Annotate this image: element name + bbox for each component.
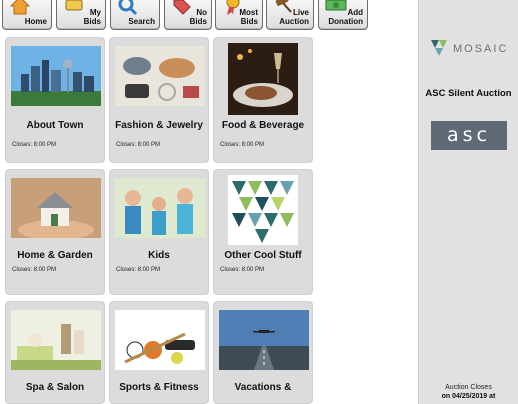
auction-closes-date: on 04/25/2019 at	[441, 393, 496, 400]
asc-logo: asc	[431, 121, 507, 150]
category-card-sports-fitness[interactable]: Sports & Fitness	[109, 301, 209, 404]
category-title: Food & Beverage	[221, 120, 305, 131]
category-card-kids[interactable]: Kids Closes: 8:00 PM	[109, 169, 209, 295]
search-icon	[118, 0, 138, 16]
category-card-food-beverage[interactable]: Food & Beverage Closes: 8:00 PM	[213, 37, 313, 163]
category-card-home-garden[interactable]: Home & Garden Closes: 8:00 PM	[5, 169, 105, 295]
top-toolbar: Home My Bids Search No Bids Most Bids Li…	[0, 0, 420, 32]
home-icon	[9, 0, 31, 15]
mosaic-logo: MOSAIC	[431, 40, 508, 56]
kids-image	[115, 178, 205, 238]
fashion-items-image	[115, 46, 205, 106]
home-button[interactable]: Home	[2, 0, 52, 30]
no-bids-button[interactable]: No Bids	[164, 0, 212, 30]
most-bids-label: Most Bids	[239, 8, 258, 26]
food-plate-image	[228, 43, 298, 115]
live-auction-label: Live Auction	[279, 8, 309, 26]
category-title: About Town	[26, 120, 84, 131]
home-label: Home	[24, 17, 47, 26]
add-donation-label: Add Donation	[328, 8, 363, 26]
house-hands-image	[11, 178, 101, 238]
cart-icon	[65, 0, 83, 11]
category-card-about-town[interactable]: About Town Closes: 8:00 PM	[5, 37, 105, 163]
category-title: Sports & Fitness	[119, 382, 199, 393]
search-button[interactable]: Search	[110, 0, 160, 30]
mosaic-logo-text: MOSAIC	[453, 43, 508, 55]
category-title: Vacations &	[234, 382, 292, 393]
category-title: Fashion & Jewelry	[115, 120, 203, 131]
auction-title: ASC Silent Auction	[425, 88, 512, 99]
category-closes: Closes: 8:00 PM	[116, 142, 161, 148]
category-title: Home & Garden	[17, 250, 93, 261]
auction-closes-label: Auction Closes	[445, 384, 492, 391]
category-closes: Closes: 8:00 PM	[116, 267, 161, 273]
sports-equipment-image	[115, 310, 205, 370]
spa-image	[11, 310, 101, 370]
airplane-runway-image	[219, 310, 309, 370]
most-bids-button[interactable]: Most Bids	[215, 0, 263, 30]
category-closes: Closes: 8:00 PM	[12, 142, 57, 148]
category-title: Spa & Salon	[25, 382, 85, 393]
category-closes: Closes: 8:00 PM	[12, 267, 57, 273]
category-grid: About Town Closes: 8:00 PM Fashion & Jew…	[0, 34, 418, 404]
category-closes: Closes: 8:00 PM	[220, 267, 265, 273]
category-card-other-cool-stuff[interactable]: Other Cool Stuff Closes: 8:00 PM	[213, 169, 313, 295]
search-label: Search	[128, 17, 155, 26]
category-card-spa-salon[interactable]: Spa & Salon	[5, 301, 105, 404]
live-auction-button[interactable]: Live Auction	[266, 0, 314, 30]
category-closes: Closes: 8:00 PM	[220, 142, 265, 148]
category-title: Kids	[148, 250, 170, 261]
no-bids-label: No Bids	[189, 8, 207, 26]
mosaic-triangles-image	[228, 175, 298, 245]
category-card-vacations[interactable]: Vacations &	[213, 301, 313, 404]
add-donation-button[interactable]: Add Donation	[318, 0, 368, 30]
category-title: Other Cool Stuff	[224, 250, 302, 261]
category-card-fashion-jewelry[interactable]: Fashion & Jewelry Closes: 8:00 PM	[109, 37, 209, 163]
city-skyline-image	[11, 46, 101, 106]
my-bids-label: My Bids	[83, 8, 101, 26]
auction-info-panel: MOSAIC ASC Silent Auction asc Auction Cl…	[418, 0, 518, 404]
my-bids-button[interactable]: My Bids	[56, 0, 106, 30]
